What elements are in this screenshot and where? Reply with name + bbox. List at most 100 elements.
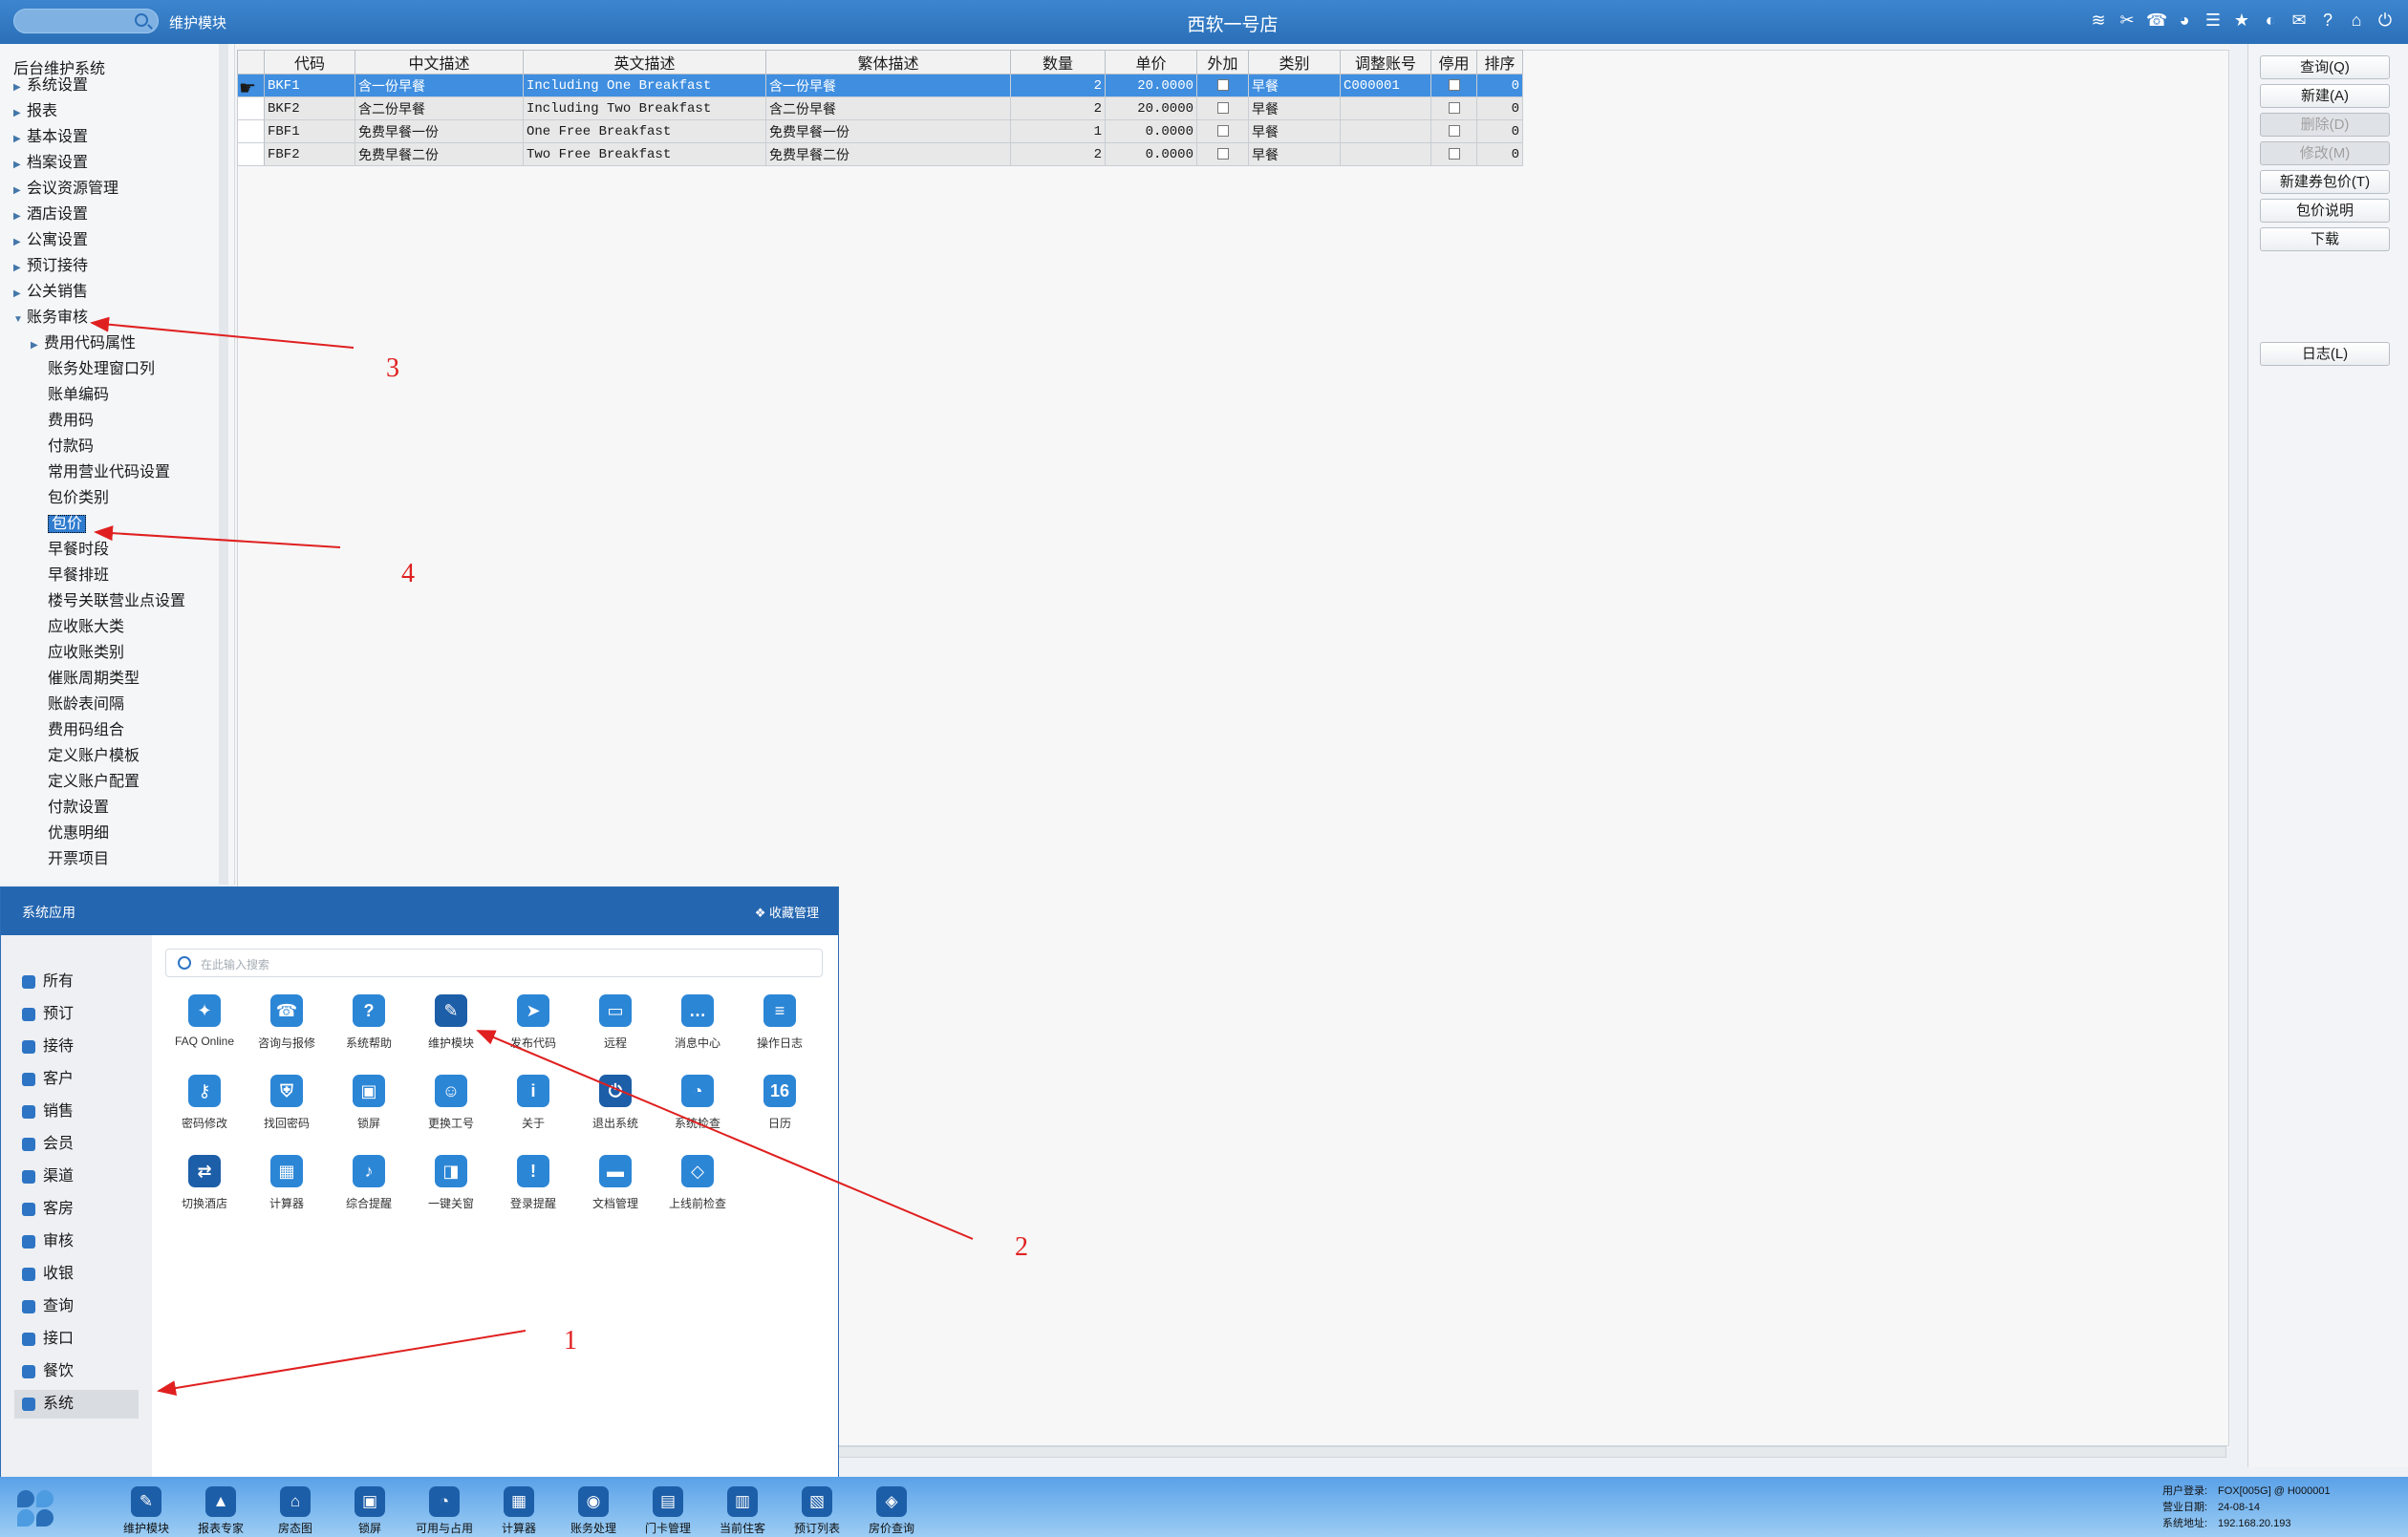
new-coupon-package-button[interactable]: 新建券包价(T) [2260, 170, 2390, 194]
checkbox[interactable] [1448, 101, 1460, 114]
new-button[interactable]: 新建(A) [2260, 84, 2390, 108]
app-tile[interactable]: ☎ 咨询与报修 [246, 994, 328, 1071]
category-9[interactable]: 收银 [14, 1260, 139, 1289]
table-row[interactable]: FBF2 免费早餐二份 Two Free Breakfast 免费早餐二份 2 0.000… [237, 142, 1523, 166]
app-tile[interactable]: ✎ 维护模块 [410, 994, 492, 1071]
column-header[interactable]: 英文描述 [523, 50, 766, 75]
cell-traditional-desc[interactable]: 免费早餐一份 [765, 119, 1011, 143]
tree-subitem[interactable]: 早餐时段 [48, 539, 109, 562]
tree-subitem[interactable]: 常用营业代码设置 [48, 461, 170, 484]
cell-category[interactable]: 早餐 [1248, 74, 1341, 97]
checkbox[interactable] [1448, 124, 1460, 137]
help-icon[interactable]: ? [2318, 10, 2337, 31]
star-icon[interactable]: ★ [2232, 10, 2251, 31]
category-5[interactable]: 会员 [14, 1130, 139, 1159]
category-10[interactable]: 查询 [14, 1292, 139, 1321]
favorites-manage-button[interactable]: ❖ 收藏管理 [755, 903, 819, 921]
power-icon[interactable]: ⏻ [2376, 10, 2395, 31]
tree-subitem[interactable]: 优惠明细 [48, 822, 109, 845]
cell-unit-price[interactable]: 0.0000 [1105, 119, 1197, 143]
delete-button[interactable]: 删除(D) [2260, 113, 2390, 137]
modify-button[interactable]: 修改(M) [2260, 141, 2390, 165]
download-button[interactable]: 下载 [2260, 227, 2390, 251]
tree-subitem[interactable]: 付款码 [48, 436, 94, 459]
tree-subitem[interactable]: 账单编码 [48, 384, 109, 407]
wifi-icon[interactable]: ≋ [2089, 10, 2108, 31]
column-header[interactable]: 代码 [264, 50, 355, 75]
table-row[interactable]: BKF2 含二份早餐 Including Two Breakfast 含二份早餐 2 20… [237, 96, 1523, 120]
dock-app[interactable]: ◈ 房价查询 [858, 1486, 925, 1536]
cell-category[interactable]: 早餐 [1248, 119, 1341, 143]
category-11[interactable]: 接口 [14, 1325, 139, 1354]
column-header[interactable]: 数量 [1010, 50, 1106, 75]
app-tile[interactable]: ☺ 更换工号 [410, 1075, 492, 1151]
tree-item[interactable]: ▶ 预订接待 [13, 255, 88, 278]
checkbox[interactable] [1216, 78, 1229, 91]
tree-scrollbar[interactable] [219, 44, 228, 885]
cell-chinese-desc[interactable]: 含二份早餐 [355, 96, 524, 120]
app-tile[interactable]: ◇ 上线前检查 [656, 1155, 739, 1231]
tree-subitem[interactable]: 楼号关联营业点设置 [48, 590, 185, 613]
query-button[interactable]: 查询(Q) [2260, 55, 2390, 79]
tree-subitem[interactable]: 催账周期类型 [48, 668, 140, 691]
app-search-input[interactable]: 在此输入搜索 [165, 949, 823, 977]
cell-order[interactable]: 0 [1476, 119, 1523, 143]
checkbox[interactable] [1448, 147, 1460, 160]
tree-item[interactable]: ▶ 酒店设置 [13, 203, 88, 226]
tree-item[interactable]: ▼ 账务审核 [13, 307, 88, 330]
cell-category[interactable]: 早餐 [1248, 96, 1341, 120]
cell-disabled-checkbox[interactable] [1430, 119, 1477, 143]
cell-extra-checkbox[interactable] [1196, 96, 1249, 120]
tree-item[interactable]: ▶ 基本设置 [13, 126, 88, 149]
category-0[interactable]: 所有 [14, 968, 139, 996]
tree-subitem[interactable]: 应收账大类 [48, 616, 124, 639]
row-indicator[interactable] [237, 96, 265, 120]
cell-quantity[interactable]: 2 [1010, 142, 1106, 166]
tree-subitem[interactable]: 定义账户模板 [48, 745, 140, 768]
cell-traditional-desc[interactable]: 含二份早餐 [765, 96, 1011, 120]
home-icon[interactable]: ⌂ [2347, 10, 2366, 31]
cell-adjust-account[interactable] [1340, 119, 1431, 143]
app-tile[interactable]: ⏻ 退出系统 [574, 1075, 656, 1151]
tree-item[interactable]: ▶ 公关销售 [13, 281, 88, 304]
tree-subitem[interactable]: 账务处理窗口列 [48, 358, 155, 381]
app-tile[interactable]: ≡ 操作日志 [739, 994, 821, 1071]
app-tile[interactable]: 16 日历 [739, 1075, 821, 1151]
app-tile[interactable]: ▦ 计算器 [246, 1155, 328, 1231]
category-6[interactable]: 渠道 [14, 1163, 139, 1191]
contrast-icon[interactable]: ◐ [2261, 10, 2280, 31]
tree-item[interactable]: ▶ 系统设置 [13, 75, 88, 97]
cell-order[interactable]: 0 [1476, 142, 1523, 166]
app-tile[interactable]: ▣ 锁屏 [328, 1075, 410, 1151]
tools-icon[interactable]: ✂ [2118, 10, 2137, 31]
cell-unit-price[interactable]: 0.0000 [1105, 142, 1197, 166]
app-tile[interactable]: ⛨ 找回密码 [246, 1075, 328, 1151]
tree-subitem[interactable]: 定义账户配置 [48, 771, 140, 794]
cell-adjust-account[interactable] [1340, 96, 1431, 120]
tree-subitem[interactable]: 早餐排班 [48, 565, 109, 587]
cell-english-desc[interactable]: One Free Breakfast [523, 119, 766, 143]
category-1[interactable]: 预订 [14, 1000, 139, 1029]
tree-subitem[interactable]: 付款设置 [48, 797, 109, 820]
category-13[interactable]: 系统 [14, 1390, 139, 1419]
cell-code[interactable]: FBF2 [264, 142, 355, 166]
cell-chinese-desc[interactable]: 免费早餐二份 [355, 142, 524, 166]
table-row[interactable]: BKF1 含一份早餐 Including One Breakfast 含一份早餐 2 20… [237, 74, 1523, 97]
tree-subitem[interactable]: 费用码 [48, 410, 94, 433]
app-tile[interactable]: ▭ 远程 [574, 994, 656, 1071]
tree-subitem[interactable]: ▶ 费用代码属性 [31, 332, 136, 355]
cell-code[interactable]: BKF2 [264, 96, 355, 120]
cell-quantity[interactable]: 2 [1010, 74, 1106, 97]
dock-app[interactable]: ▤ 门卡管理 [634, 1486, 701, 1536]
cell-order[interactable]: 0 [1476, 96, 1523, 120]
cell-quantity[interactable]: 1 [1010, 119, 1106, 143]
tree-item[interactable]: ▶ 会议资源管理 [13, 178, 118, 201]
cell-english-desc[interactable]: Including One Breakfast [523, 74, 766, 97]
dock-app[interactable]: ⌂ 房态图 [262, 1486, 329, 1536]
dock-app[interactable]: ✎ 维护模块 [113, 1486, 180, 1536]
cell-code[interactable]: BKF1 [264, 74, 355, 97]
table-row[interactable]: FBF1 免费早餐一份 One Free Breakfast 免费早餐一份 1 0.000… [237, 119, 1523, 143]
app-tile[interactable]: ⇄ 切换酒店 [163, 1155, 246, 1231]
grid-horizontal-scrollbar[interactable] [837, 1446, 2226, 1458]
app-tile[interactable]: ⚷ 密码修改 [163, 1075, 246, 1151]
